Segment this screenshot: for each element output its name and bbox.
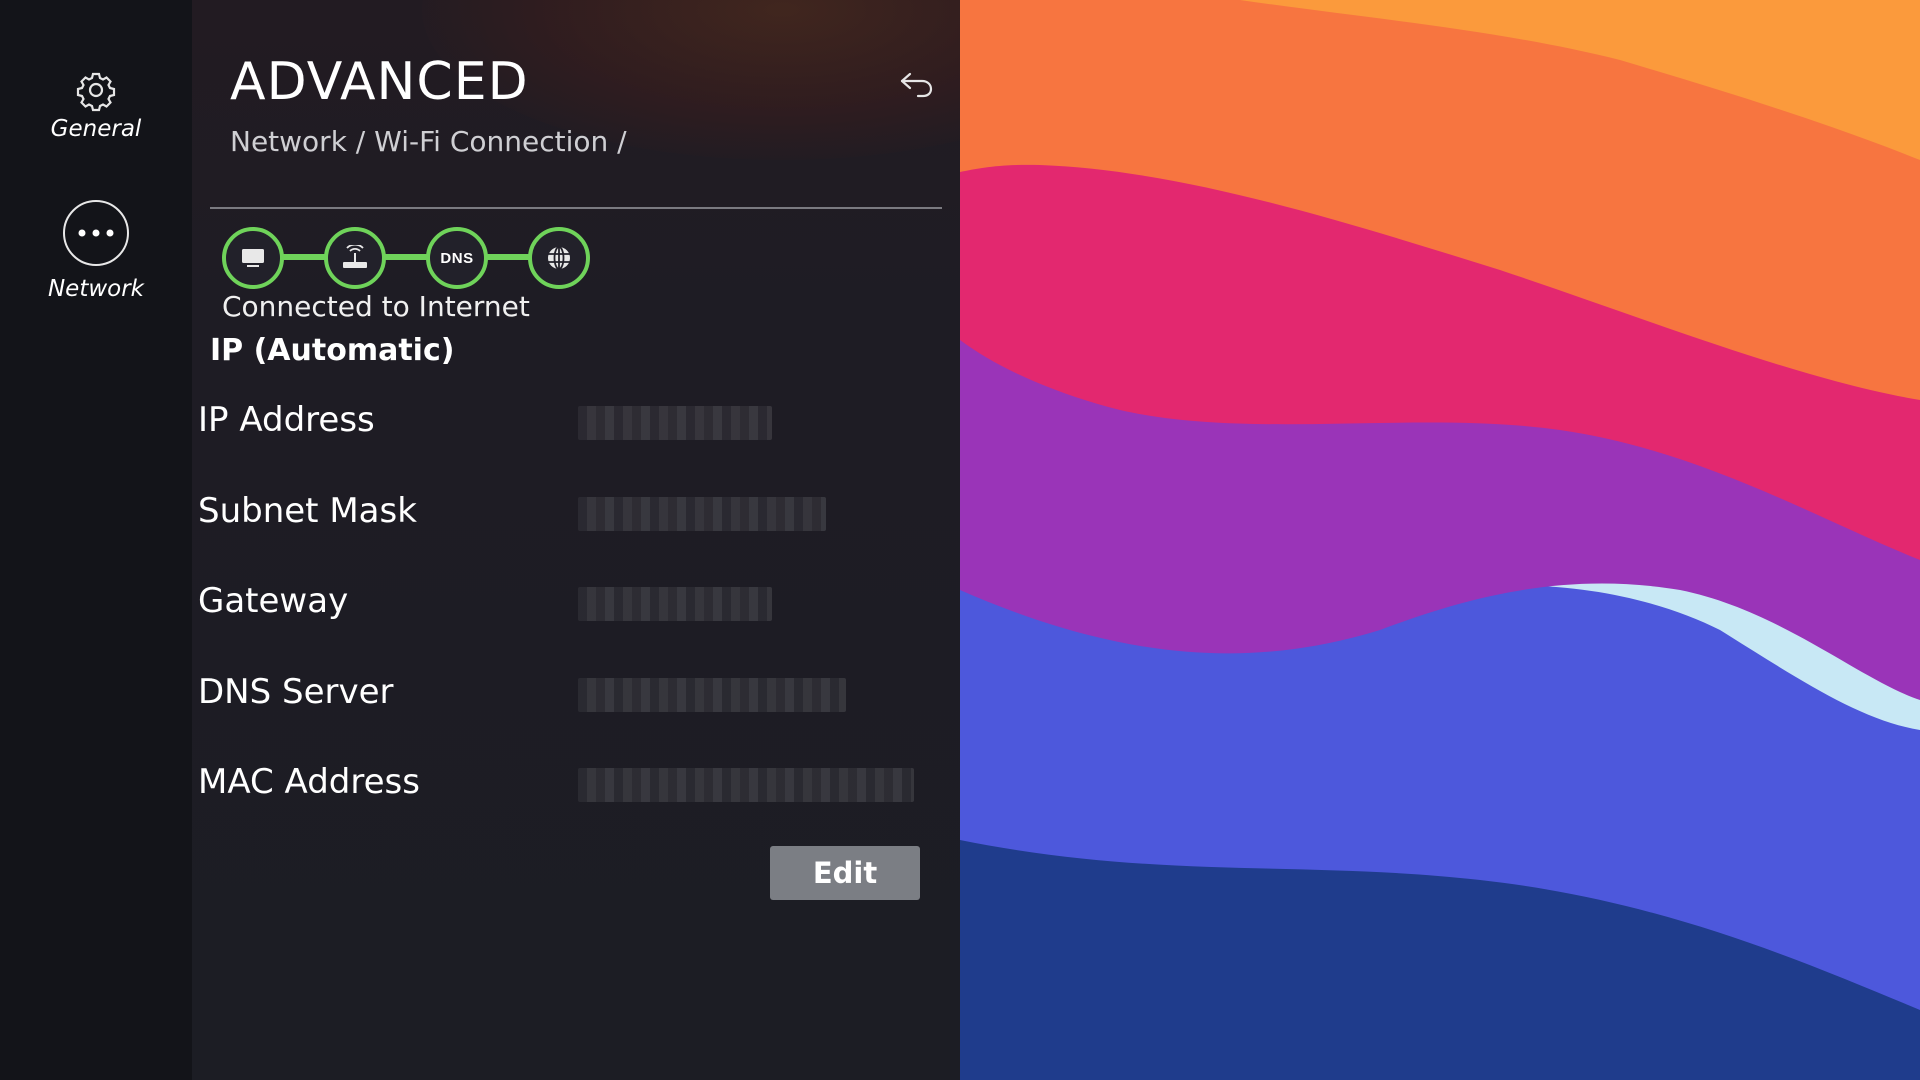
dns-server-row: DNS Server redacted bbox=[198, 672, 938, 722]
dns-label: DNS bbox=[440, 249, 474, 267]
ip-address-value-redacted: redacted bbox=[578, 406, 772, 440]
more-dots-icon bbox=[63, 200, 129, 266]
advanced-settings-panel: ADVANCED Network / Wi-Fi Connection / DN… bbox=[192, 0, 960, 1080]
gateway-row: Gateway redacted bbox=[198, 581, 938, 631]
nav-item-network[interactable]: Network bbox=[0, 200, 192, 302]
mac-address-value-redacted: redacted bbox=[578, 768, 914, 802]
edit-button[interactable]: Edit bbox=[770, 846, 920, 900]
globe-icon bbox=[548, 246, 570, 270]
subnet-mask-value-redacted: redacted bbox=[578, 497, 826, 531]
divider bbox=[210, 207, 942, 209]
gear-icon bbox=[74, 68, 118, 112]
tv-node bbox=[222, 227, 284, 289]
router-icon bbox=[343, 245, 367, 268]
subnet-mask-row: Subnet Mask redacted bbox=[198, 491, 938, 541]
settings-category-rail: General Network bbox=[0, 0, 192, 1080]
row-label: Subnet Mask bbox=[198, 491, 417, 531]
back-arrow-icon bbox=[900, 72, 933, 98]
row-label: DNS Server bbox=[198, 672, 394, 712]
connection-status-text: Connected to Internet bbox=[222, 290, 530, 323]
row-label: IP Address bbox=[198, 400, 375, 440]
dns-node: DNS bbox=[426, 227, 488, 289]
dns-server-value-redacted: redacted bbox=[578, 678, 846, 712]
back-button[interactable] bbox=[898, 66, 934, 102]
nav-item-general[interactable]: General bbox=[0, 68, 192, 142]
router-node bbox=[324, 227, 386, 289]
internet-node bbox=[528, 227, 590, 289]
section-title: IP (Automatic) bbox=[210, 333, 455, 368]
page-title: ADVANCED bbox=[230, 52, 529, 112]
row-label: Gateway bbox=[198, 581, 349, 621]
tv-icon bbox=[242, 249, 264, 267]
breadcrumb: Network / Wi-Fi Connection / bbox=[230, 125, 627, 158]
gateway-value-redacted: redacted bbox=[578, 587, 772, 621]
connection-status-chain: DNS bbox=[222, 227, 592, 289]
nav-item-label: Network bbox=[47, 276, 145, 302]
ip-address-row: IP Address redacted bbox=[198, 400, 938, 450]
mac-address-row: MAC Address redacted bbox=[198, 762, 938, 812]
row-label: MAC Address bbox=[198, 762, 420, 802]
nav-item-label: General bbox=[50, 116, 142, 142]
